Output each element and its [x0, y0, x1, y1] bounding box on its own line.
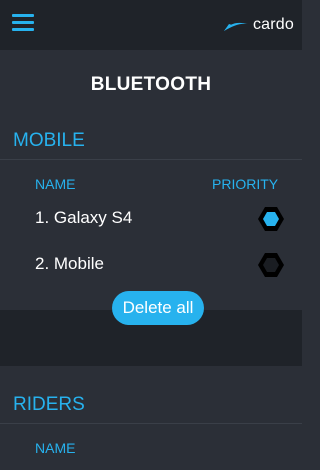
riders-section-header: RIDERS — [0, 386, 302, 424]
page-title: BLUETOOTH — [90, 74, 212, 95]
device-name: 1. Galaxy S4 — [35, 208, 133, 227]
priority-column-header: PRIORITY — [212, 176, 279, 192]
priority-unselected-hexagon-icon[interactable] — [257, 252, 285, 278]
device-row-mobile[interactable]: 2. Mobile — [0, 248, 302, 282]
device-row-galaxy-s4[interactable]: 1. Galaxy S4 — [0, 202, 302, 236]
hamburger-menu-icon[interactable] — [12, 14, 34, 32]
brand-logo: cardo — [223, 15, 294, 35]
brand-text: cardo — [252, 16, 294, 33]
mobile-section-header: MOBILE — [0, 122, 302, 160]
device-name: 2. Mobile — [35, 254, 104, 273]
cardo-swoosh-icon — [223, 22, 248, 31]
riders-name-column-header: NAME — [35, 440, 76, 456]
mobile-name-column-header: NAME — [35, 176, 76, 192]
delete-all-button[interactable]: Delete all — [112, 291, 204, 325]
top-bar: cardo — [0, 0, 302, 50]
priority-selected-hexagon-icon[interactable] — [257, 206, 285, 232]
